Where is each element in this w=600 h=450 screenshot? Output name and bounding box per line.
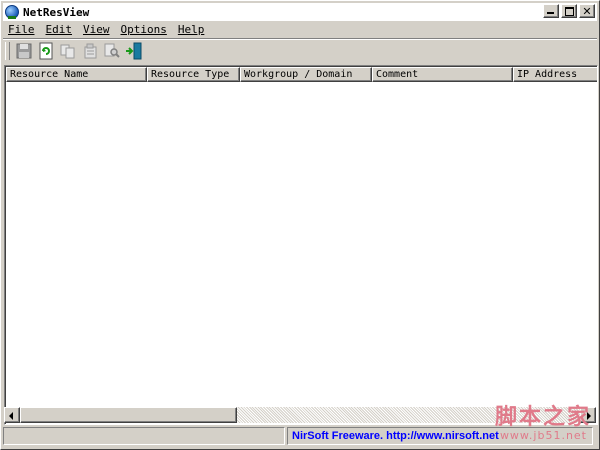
minimize-icon bbox=[547, 12, 554, 14]
toolbar bbox=[3, 38, 597, 63]
close-icon: ✕ bbox=[582, 4, 592, 18]
properties-button[interactable] bbox=[81, 42, 99, 60]
window-title: NetResView bbox=[23, 5, 90, 19]
column-resource-type[interactable]: Resource Type bbox=[147, 67, 240, 82]
resource-list[interactable]: Resource Name Resource Type Workgroup / … bbox=[4, 65, 598, 425]
properties-icon bbox=[84, 43, 97, 59]
app-icon bbox=[5, 5, 19, 19]
save-button[interactable] bbox=[15, 42, 33, 60]
menu-view[interactable]: View bbox=[78, 23, 116, 36]
nirsoft-link[interactable]: NirSoft Freeware. http://www.nirsoft.net bbox=[292, 430, 499, 442]
maximize-icon bbox=[565, 7, 574, 16]
menu-options-label: Options bbox=[120, 22, 167, 36]
menu-help[interactable]: Help bbox=[173, 23, 211, 36]
menu-help-label: Help bbox=[177, 22, 205, 36]
column-comment[interactable]: Comment bbox=[372, 67, 513, 82]
menu-edit-label: Edit bbox=[45, 22, 73, 36]
scroll-track[interactable] bbox=[20, 407, 580, 423]
menu-edit[interactable]: Edit bbox=[41, 23, 79, 36]
maximize-button[interactable] bbox=[561, 4, 577, 18]
status-pane-left bbox=[3, 427, 285, 445]
copy-icon bbox=[60, 44, 75, 59]
exit-icon bbox=[126, 42, 142, 60]
menu-view-label: View bbox=[83, 22, 110, 36]
column-ip-address[interactable]: IP Address bbox=[513, 67, 597, 82]
menu-bar: File Edit View Options Help bbox=[3, 21, 597, 37]
minimize-button[interactable] bbox=[543, 4, 559, 18]
close-button[interactable]: ✕ bbox=[579, 4, 595, 18]
find-icon bbox=[104, 43, 120, 58]
horizontal-scrollbar[interactable] bbox=[4, 407, 596, 423]
app-window: NetResView ✕ File Edit View Options Help bbox=[0, 0, 600, 450]
status-pane-right[interactable]: NirSoft Freeware. http://www.nirsoft.net bbox=[287, 427, 593, 445]
copy-button[interactable] bbox=[59, 42, 77, 60]
menu-file[interactable]: File bbox=[3, 23, 41, 36]
list-header: Resource Name Resource Type Workgroup / … bbox=[6, 67, 597, 82]
refresh-icon bbox=[39, 42, 53, 60]
save-icon bbox=[16, 43, 32, 59]
column-workgroup-domain[interactable]: Workgroup / Domain bbox=[240, 67, 372, 82]
window-controls: ✕ bbox=[541, 4, 595, 18]
status-bar: NirSoft Freeware. http://www.nirsoft.net bbox=[3, 427, 597, 447]
scroll-left-button[interactable] bbox=[4, 407, 20, 423]
scroll-right-button[interactable] bbox=[580, 407, 596, 423]
title-bar[interactable]: NetResView ✕ bbox=[3, 3, 597, 21]
exit-button[interactable] bbox=[125, 42, 143, 60]
column-resource-name[interactable]: Resource Name bbox=[6, 67, 147, 82]
arrow-left-icon bbox=[9, 412, 13, 420]
refresh-button[interactable] bbox=[37, 42, 55, 60]
find-button[interactable] bbox=[103, 42, 121, 60]
arrow-right-icon bbox=[587, 412, 591, 420]
toolbar-grip bbox=[5, 42, 10, 60]
menu-options[interactable]: Options bbox=[116, 23, 173, 36]
scroll-thumb[interactable] bbox=[20, 407, 237, 423]
menu-file-label: File bbox=[8, 22, 35, 36]
